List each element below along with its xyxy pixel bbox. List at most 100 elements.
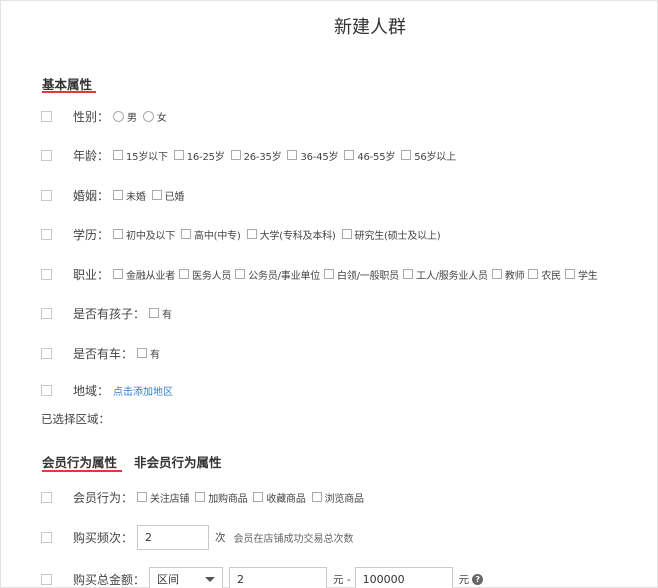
amount-separator: 元 - [333, 573, 351, 586]
gender-option-male[interactable]: 男 [113, 109, 137, 124]
education-option[interactable]: 初中及以下 [113, 227, 175, 242]
checkbox-icon[interactable] [564, 269, 575, 279]
radio-icon[interactable] [113, 110, 125, 122]
checkbox-icon[interactable] [246, 229, 257, 239]
checkbox-icon[interactable] [401, 150, 412, 160]
job-option[interactable]: 医务人员 [179, 267, 231, 282]
checkbox-icon[interactable] [230, 150, 241, 160]
gender-enable-checkbox[interactable] [41, 110, 52, 122]
member-action-label: 会员行为： [73, 490, 134, 505]
checkbox-icon[interactable] [287, 150, 298, 160]
basic-attributes-underline [42, 91, 96, 93]
checkbox-icon[interactable] [151, 190, 162, 200]
job-option[interactable]: 工人/服务业人员 [402, 267, 488, 282]
range-type-select[interactable]: 区间 [149, 566, 224, 588]
amount-min-input[interactable]: 2 [229, 566, 328, 588]
active-tab-underline [42, 470, 122, 472]
age-option[interactable]: 36-45岁 [287, 148, 339, 163]
age-option[interactable]: 46-55岁 [344, 148, 395, 163]
children-option[interactable]: 有 [149, 306, 172, 321]
checkbox-icon[interactable] [235, 269, 246, 279]
age-row: 年龄： 15岁以下 16-25岁 26-35岁 36-45岁 46-55岁 56… [41, 147, 462, 163]
job-option[interactable]: 金融从业者 [113, 267, 175, 282]
marriage-option[interactable]: 未婚 [113, 188, 146, 203]
purchase-total-row: 购买总金额： 区间 2 元 - 100000 元 ? [41, 566, 484, 588]
education-option[interactable]: 大学(专科及本科) [246, 227, 336, 242]
checkbox-icon[interactable] [137, 492, 148, 502]
member-action-option[interactable]: 关注店铺 [137, 490, 189, 505]
age-enable-checkbox[interactable] [41, 149, 52, 161]
checkbox-icon[interactable] [402, 269, 413, 279]
checkbox-icon[interactable] [149, 308, 160, 318]
region-enable-checkbox[interactable] [41, 384, 52, 396]
purchase-frequency-input[interactable]: 2 [137, 524, 210, 550]
education-option[interactable]: 研究生(硕士及以上) [341, 227, 441, 242]
purchase-frequency-unit: 次 [215, 531, 226, 544]
checkbox-icon[interactable] [137, 348, 148, 358]
purchase-total-label: 购买总金额： [73, 572, 146, 587]
checkbox-icon[interactable] [179, 269, 190, 279]
job-option[interactable]: 农民 [528, 267, 561, 282]
member-action-row: 会员行为： 关注店铺 加购商品 收藏商品 浏览商品 [41, 489, 370, 505]
job-enable-checkbox[interactable] [41, 268, 52, 280]
checkbox-icon[interactable] [253, 492, 264, 502]
purchase-frequency-row: 购买频次： 2 次 会员在店铺成功交易总次数 [41, 524, 354, 550]
tab-member-behavior[interactable]: 会员行为属性 [42, 452, 117, 471]
car-enable-checkbox[interactable] [41, 347, 52, 359]
help-icon[interactable]: ? [472, 573, 484, 585]
job-option[interactable]: 教师 [491, 267, 525, 282]
children-label: 是否有孩子： [73, 306, 146, 321]
checkbox-icon[interactable] [528, 269, 539, 279]
checkbox-icon[interactable] [324, 269, 334, 279]
radio-icon[interactable] [142, 110, 154, 122]
gender-option-female[interactable]: 女 [142, 109, 167, 124]
marriage-enable-checkbox[interactable] [41, 189, 52, 201]
checkbox-icon[interactable] [181, 229, 192, 239]
age-option[interactable]: 26-35岁 [230, 148, 282, 163]
age-option[interactable]: 56岁以上 [401, 148, 456, 163]
age-option[interactable]: 16-25岁 [173, 148, 225, 163]
age-option[interactable]: 15岁以下 [113, 148, 168, 163]
checkbox-icon[interactable] [344, 150, 355, 160]
checkbox-icon[interactable] [311, 492, 322, 502]
amount-max-input[interactable]: 100000 [354, 566, 453, 588]
children-enable-checkbox[interactable] [41, 307, 52, 319]
gender-label: 性别： [73, 109, 110, 124]
member-action-enable-checkbox[interactable] [41, 491, 52, 503]
checkbox-icon[interactable] [113, 150, 124, 160]
job-option[interactable]: 白领/一般职员 [324, 267, 399, 282]
purchase-frequency-enable-checkbox[interactable] [41, 531, 52, 543]
member-action-option[interactable]: 浏览商品 [311, 490, 364, 505]
marriage-option[interactable]: 已婚 [151, 188, 184, 203]
job-row: 职业： 金融从业者 医务人员 公务员/事业单位 白领/一般职员 工人/服务业人员… [41, 266, 598, 282]
education-enable-checkbox[interactable] [41, 228, 52, 240]
checkbox-icon[interactable] [195, 492, 206, 502]
car-row: 是否有车： 有 [41, 345, 166, 361]
education-row: 学历： 初中及以下 高中(中专) 大学(专科及本科) 研究生(硕士及以上) [41, 226, 446, 242]
job-option[interactable]: 公务员/事业单位 [235, 267, 320, 282]
purchase-total-enable-checkbox[interactable] [41, 573, 52, 585]
checkbox-icon[interactable] [113, 229, 124, 239]
region-label: 地域： [73, 383, 110, 398]
job-option[interactable]: 学生 [564, 267, 598, 282]
member-action-option[interactable]: 加购商品 [195, 490, 248, 505]
job-label: 职业： [73, 267, 110, 282]
checkbox-icon[interactable] [113, 269, 124, 279]
purchase-frequency-hint: 会员在店铺成功交易总次数 [233, 533, 354, 545]
checkbox-icon[interactable] [341, 229, 352, 239]
education-option[interactable]: 高中(中专) [181, 227, 241, 242]
children-row: 是否有孩子： 有 [41, 305, 178, 321]
checkbox-icon[interactable] [491, 269, 502, 279]
car-option[interactable]: 有 [137, 346, 160, 361]
car-label: 是否有车： [73, 346, 134, 361]
member-action-option[interactable]: 收藏商品 [253, 490, 306, 505]
education-label: 学历： [73, 227, 110, 242]
chevron-down-icon [205, 576, 216, 582]
amount-unit: 元 [458, 573, 470, 586]
add-region-link[interactable]: 点击添加地区 [113, 383, 173, 398]
checkbox-icon[interactable] [113, 190, 124, 200]
checkbox-icon[interactable] [173, 150, 184, 160]
tab-nonmember-behavior[interactable]: 非会员行为属性 [134, 452, 222, 471]
gender-row: 性别： 男 女 [41, 108, 173, 124]
age-label: 年龄： [73, 148, 110, 163]
